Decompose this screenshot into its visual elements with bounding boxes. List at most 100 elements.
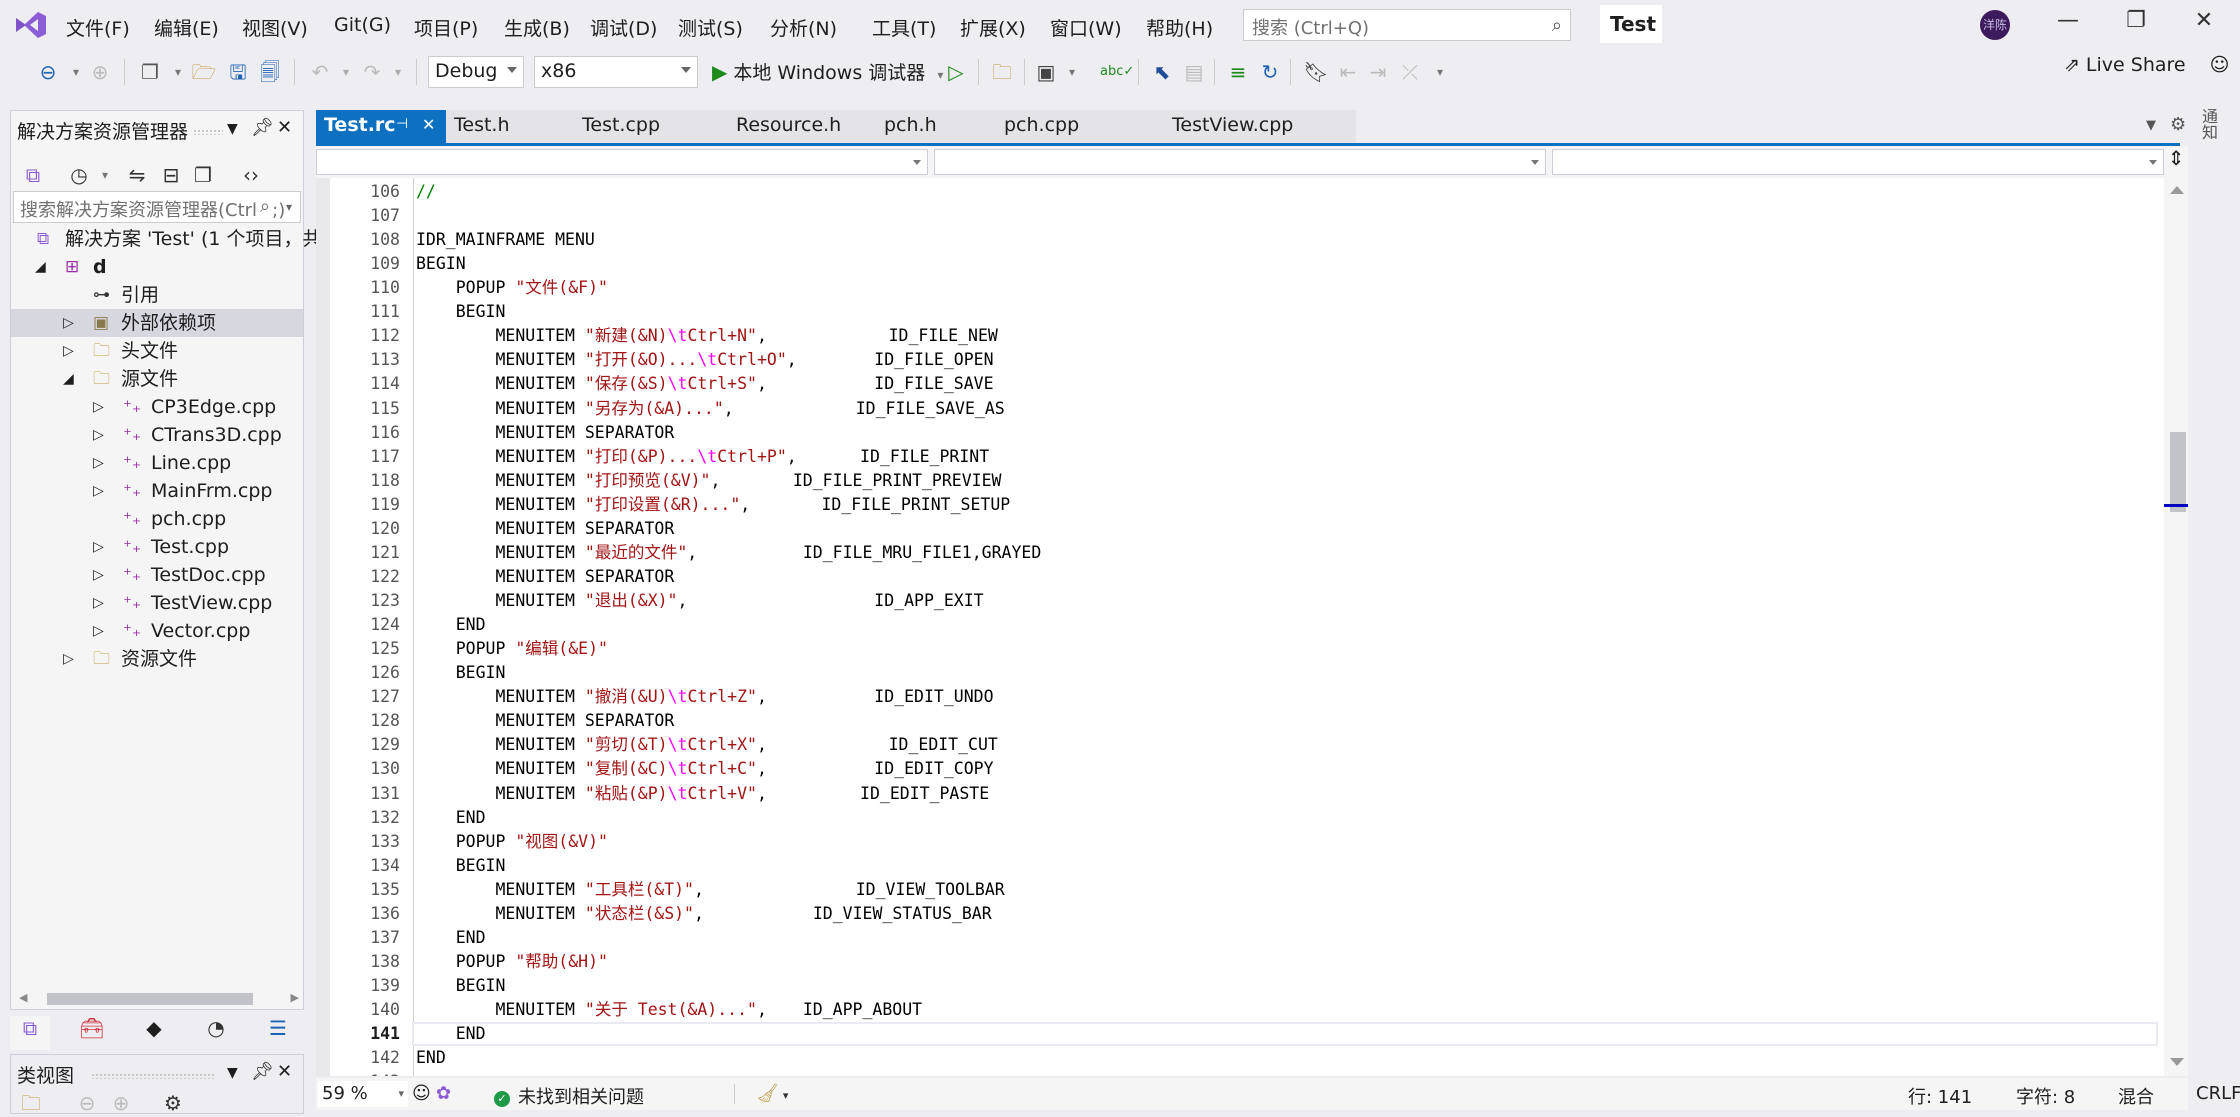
panel-grip[interactable] [91,1073,215,1079]
toolbar-overflow-icon[interactable]: ▾ [1426,58,1454,86]
indentation-indicator[interactable]: 混合 [2118,1083,2154,1109]
back-icon[interactable]: ⊖ [73,1089,101,1117]
select-icon[interactable]: ⬉ [1148,58,1176,86]
uncomment-lines-icon[interactable]: ↻ [1256,58,1284,86]
forward-icon[interactable]: ⊕ [107,1089,135,1117]
close-tab-icon[interactable]: ✕ [422,115,435,134]
feedback-icon[interactable]: ☺ [2210,54,2230,76]
save-all-icon[interactable]: 🗐 [256,58,284,86]
show-all-files-icon[interactable]: ❐ [189,161,217,189]
scroll-down-icon[interactable] [2170,1058,2184,1066]
horizontal-scrollbar[interactable]: ◀ ▶ [19,991,299,1005]
close-panel-icon[interactable]: ✕ [277,117,292,138]
tab-test-rc[interactable]: Test.rc ⊣ ✕ [316,110,446,144]
menu-item[interactable]: 分析(N) [766,12,841,43]
code-line[interactable]: 125 POPUP "编辑(&E)" [316,637,2164,661]
window-layout-icon[interactable]: ▣ [1032,58,1060,86]
menu-item[interactable]: 测试(S) [674,12,747,43]
panel-grip[interactable] [193,129,223,135]
close-window-button[interactable]: ✕ [2184,8,2224,40]
code-line[interactable]: 116 MENUITEM SEPARATOR [316,421,2164,445]
expand-arrow-icon[interactable]: ▷ [63,309,74,337]
navigate-back-icon[interactable]: ⊖ [34,58,62,86]
tab-pch-h[interactable]: pch.h [876,110,996,144]
menu-item[interactable]: 窗口(W) [1046,12,1126,43]
settings-gear-icon[interactable]: ⚙ [2170,114,2186,135]
code-line[interactable]: 129 MENUITEM "剪切(&T)\tCtrl+X", ID_EDIT_CU… [316,733,2164,757]
type-scope-select[interactable] [934,149,1546,175]
code-line[interactable]: 133 POPUP "视图(&V)" [316,830,2164,854]
scroll-right-icon[interactable]: ▶ [291,991,299,1004]
minimize-button[interactable]: — [2048,8,2088,40]
avatar[interactable]: 洋陈 [1980,10,2010,40]
tree-item[interactable]: ⊶ 引用 [11,281,303,309]
tree-item[interactable]: ▷ 🗀 头文件 [11,337,303,365]
property-manager-tab-icon[interactable]: ☰ [258,1016,298,1046]
navigate-forward-icon[interactable]: ⊕ [86,58,114,86]
new-project-icon[interactable]: ❐ [136,58,164,86]
tree-item[interactable]: ▷ ⁺₊ CP3Edge.cpp [11,393,303,421]
menu-item[interactable]: 扩展(X) [956,12,1030,43]
code-line[interactable]: 140 MENUITEM "关于 Test(&A)...", ID_APP_ABO… [316,998,2164,1022]
menu-item[interactable]: 编辑(E) [150,12,223,43]
code-line[interactable]: 128 MENUITEM SEPARATOR [316,709,2164,733]
settings-gear-icon[interactable]: ⚙ [159,1089,187,1117]
redo-dropdown-icon[interactable]: ▾ [384,58,412,86]
code-line[interactable]: 131 MENUITEM "粘贴(&P)\tCtrl+V", ID_EDIT_PA… [316,782,2164,806]
copilot-icon[interactable]: ☺ [412,1083,431,1104]
tab-testview-cpp[interactable]: TestView.cpp [1164,110,1356,144]
start-without-debugging-icon[interactable]: ▷ [942,58,970,86]
layout-dropdown-icon[interactable]: ▾ [1058,58,1086,86]
code-line[interactable]: 117 MENUITEM "打印(&P)...\tCtrl+P", ID_FILE… [316,445,2164,469]
code-line[interactable]: 130 MENUITEM "复制(&C)\tCtrl+C", ID_EDIT_CO… [316,757,2164,781]
code-line[interactable]: 118 MENUITEM "打印预览(&V)", ID_FILE_PRINT_PR… [316,469,2164,493]
menu-item[interactable]: 生成(B) [500,12,574,43]
menu-item[interactable]: 视图(V) [238,12,312,43]
solution-search-input[interactable]: 搜索解决方案资源管理器(Ctrl+;) ⌕ ▾ [13,191,301,223]
zoom-select[interactable]: 59 % ▾ [318,1081,408,1107]
code-line[interactable]: 112 MENUITEM "新建(&N)\tCtrl+N", ID_FILE_NE… [316,324,2164,348]
tree-item[interactable]: ▷ ⁺₊ Test.cpp [11,533,303,561]
member-scope-select[interactable] [1552,149,2164,175]
close-panel-icon[interactable]: ✕ [277,1061,292,1082]
code-editor[interactable]: 106//107 108 IDR_MAINFRAME MENU 109 BEGIN 110… [316,178,2164,1076]
expand-arrow-icon[interactable]: ▷ [63,337,74,365]
code-line[interactable]: 121 MENUITEM "最近的文件", ID_FILE_MRU_FILE1,G… [316,541,2164,565]
project-scope-select[interactable] [316,149,928,175]
menu-item[interactable]: 帮助(H) [1142,12,1217,43]
redo-icon[interactable]: ↷ [358,58,386,86]
notifications-side-tab[interactable]: 通知 [2199,108,2220,140]
solution-name-badge[interactable]: Test [1600,5,1662,43]
bookmark-icon[interactable]: 🔖︎ [1302,58,1330,86]
scroll-up-icon[interactable] [2170,186,2184,194]
code-line[interactable]: 124 END [316,613,2164,637]
menu-item[interactable]: 文件(F) [62,12,134,43]
tree-item[interactable]: ▷ ⁺₊ Vector.cpp [11,617,303,645]
code-line[interactable]: 141 END [316,1022,2164,1047]
code-line[interactable]: 139 BEGIN [316,974,2164,998]
tab-list-dropdown-icon[interactable]: ▼ [2146,118,2156,133]
switch-views-icon[interactable]: ⧉ [19,161,47,189]
code-line[interactable]: 137 END [316,926,2164,950]
scrollbar-thumb[interactable] [47,993,253,1005]
clear-bookmarks-icon[interactable]: ⤫ [1396,58,1424,86]
expand-arrow-icon[interactable]: ▷ [93,561,104,589]
open-folder-icon[interactable]: 🗁 [190,58,218,86]
expand-arrow-icon[interactable]: ▷ [93,533,104,561]
configuration-select[interactable]: Debug [428,56,524,88]
code-line[interactable]: 142 END [316,1046,2164,1070]
intellicode-icon[interactable]: ✿ [436,1083,451,1104]
collapse-arrow-icon[interactable]: ◢ [63,365,74,393]
menu-item[interactable]: Git(G) [330,12,395,38]
vertical-scrollbar[interactable] [2164,178,2188,1076]
tab-resource-h[interactable]: Resource.h [728,110,876,144]
sync-with-document-icon[interactable]: ⇋ [123,161,151,189]
tree-item[interactable]: ▷ 🗀 资源文件 [11,645,303,673]
code-cleanup-icon[interactable]: 🧹︎ ▾ [756,1083,788,1104]
code-line[interactable]: 136 MENUITEM "状态栏(&S)", ID_VIEW_STATUS_BA… [316,902,2164,926]
tree-item[interactable]: ▷ ⁺₊ CTrans3D.cpp [11,421,303,449]
tree-item[interactable]: ▷ ⁺₊ TestView.cpp [11,589,303,617]
code-line[interactable]: 135 MENUITEM "工具栏(&T)", ID_VIEW_TOOLBAR [316,878,2164,902]
scroll-left-icon[interactable]: ◀ [19,991,27,1004]
code-line[interactable]: 134 BEGIN [316,854,2164,878]
